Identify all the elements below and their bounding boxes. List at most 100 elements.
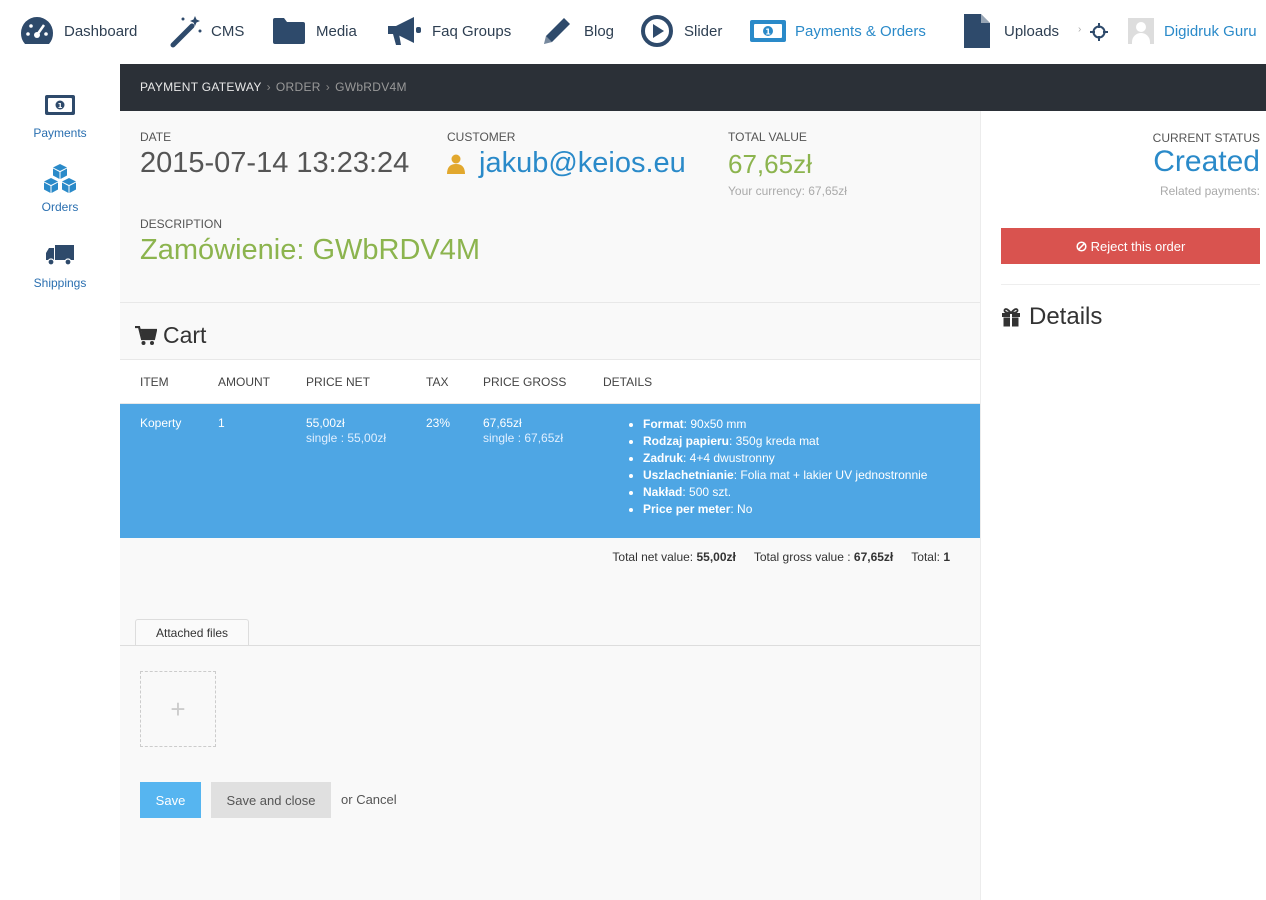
save-and-close-button[interactable]: Save and close bbox=[211, 782, 331, 818]
nav-label: Dashboard bbox=[64, 22, 138, 40]
price-gross-value: 67,65zł bbox=[483, 416, 522, 430]
details-title: Details bbox=[1001, 303, 1102, 331]
detail-key: Nakład bbox=[643, 485, 683, 499]
nav-faq-groups[interactable]: Faq Groups bbox=[386, 12, 511, 50]
reject-order-label: Reject this order bbox=[1090, 238, 1186, 254]
divider bbox=[120, 302, 980, 303]
detail-key: Uszlachetnianie bbox=[643, 468, 734, 482]
user-icon bbox=[447, 154, 465, 174]
add-file-button[interactable]: + bbox=[140, 671, 216, 747]
svg-text:1: 1 bbox=[765, 28, 771, 37]
sidebar-item-shippings[interactable]: Shippings bbox=[0, 238, 120, 290]
gift-icon bbox=[1001, 307, 1021, 327]
detail-key: Format bbox=[643, 417, 684, 431]
nav-cms[interactable]: CMS bbox=[167, 12, 244, 50]
status-panel: CURRENT STATUS Created Related payments:… bbox=[980, 111, 1266, 900]
detail-key: Rodzaj papieru bbox=[643, 434, 730, 448]
nav-uploads[interactable]: Uploads bbox=[958, 12, 1059, 50]
money-icon: 1 bbox=[0, 88, 120, 122]
file-icon bbox=[958, 12, 996, 50]
breadcrumb: PAYMENT GATEWAY › ORDER › GWbRDV4M bbox=[120, 64, 1266, 111]
nav-blog[interactable]: Blog bbox=[538, 12, 614, 50]
details-title-text: Details bbox=[1029, 303, 1103, 330]
cart-totals: Total net value: 55,00zł Total gross val… bbox=[612, 550, 950, 564]
nav-payments-orders[interactable]: 1 Payments & Orders bbox=[749, 12, 926, 50]
nav-label: Media bbox=[316, 22, 357, 40]
nav-label: Uploads bbox=[1004, 22, 1060, 40]
list-item: Rodzaj papieru: 350g kreda mat bbox=[643, 433, 927, 450]
ban-icon bbox=[1076, 240, 1087, 252]
detail-value: : Folia mat + lakier UV jednostronnie bbox=[733, 468, 928, 482]
tab-divider bbox=[120, 645, 980, 646]
total-gross: Total gross value : 67,65zł bbox=[754, 550, 893, 564]
cubes-icon bbox=[0, 162, 120, 196]
breadcrumb-middle[interactable]: ORDER bbox=[276, 80, 321, 94]
svg-text:1: 1 bbox=[58, 102, 63, 110]
user-menu[interactable]: Digidruk Guru bbox=[1128, 18, 1257, 44]
cart-title: Cart bbox=[135, 322, 206, 349]
top-navigation: Dashboard CMS Media Faq Groups Blog Slid… bbox=[0, 0, 1266, 64]
cart-title-text: Cart bbox=[163, 322, 207, 348]
cell-amount: 1 bbox=[218, 416, 225, 430]
list-item: Nakład: 500 szt. bbox=[643, 484, 927, 501]
divider bbox=[1001, 284, 1260, 285]
nav-media[interactable]: Media bbox=[270, 12, 357, 50]
sidebar: 1 Payments Orders Shippings bbox=[0, 64, 120, 900]
order-description: Zamówienie: GWbRDV4M bbox=[140, 234, 481, 266]
cart-table-header: ITEM AMOUNT PRICE NET TAX PRICE GROSS DE… bbox=[120, 359, 980, 404]
sidebar-item-label: Shippings bbox=[33, 276, 87, 290]
detail-value: : No bbox=[730, 502, 753, 516]
total-gross-value: 67,65zł bbox=[853, 550, 894, 564]
breadcrumb-current: GWbRDV4M bbox=[335, 80, 407, 94]
sidebar-item-label: Orders bbox=[41, 200, 79, 214]
money-icon: 1 bbox=[749, 12, 787, 50]
customer-email[interactable]: jakub@keios.eu bbox=[479, 147, 686, 180]
cell-price-net: 55,00zł single : 55,00zł bbox=[306, 416, 386, 446]
avatar bbox=[1128, 18, 1154, 44]
total-net-label: Total net value: bbox=[612, 550, 694, 564]
total-net-value: 55,00zł bbox=[696, 550, 736, 564]
order-panel: DATE 2015-07-14 13:23:24 CUSTOMER jakub@… bbox=[120, 111, 980, 900]
cancel-group: or Cancel bbox=[341, 792, 397, 807]
price-net-single: single : 55,00zł bbox=[306, 431, 387, 445]
nav-dashboard[interactable]: Dashboard bbox=[18, 12, 137, 50]
table-row[interactable]: Koperty 1 55,00zł single : 55,00zł 23% 6… bbox=[120, 404, 980, 538]
date-label: DATE bbox=[140, 130, 172, 144]
user-name: Digidruk Guru bbox=[1164, 22, 1257, 40]
breadcrumb-separator-icon: › bbox=[266, 80, 271, 94]
breadcrumb-separator-icon: › bbox=[325, 80, 331, 94]
column-header-amount: AMOUNT bbox=[218, 375, 270, 389]
breadcrumb-root[interactable]: PAYMENT GATEWAY bbox=[140, 80, 262, 94]
pencil-icon bbox=[538, 12, 576, 50]
column-header-price-net: PRICE NET bbox=[306, 375, 371, 389]
total-count-label: Total: bbox=[911, 550, 940, 564]
plus-icon: + bbox=[170, 693, 186, 724]
crosshair-icon[interactable] bbox=[1090, 23, 1108, 41]
tab-attached-files[interactable]: Attached files bbox=[135, 619, 250, 646]
or-text: or bbox=[341, 792, 353, 807]
customer-field: jakub@keios.eu bbox=[447, 147, 686, 180]
related-payments-label: Related payments: bbox=[1159, 184, 1260, 198]
price-net-value: 55,00zł bbox=[306, 416, 345, 430]
total-value-label: TOTAL VALUE bbox=[728, 130, 807, 144]
details-list: Format: 90x50 mm Rodzaj papieru: 350g kr… bbox=[625, 416, 927, 518]
dashboard-icon bbox=[18, 12, 56, 50]
reject-order-button[interactable]: Reject this order bbox=[1001, 228, 1260, 264]
column-header-details: DETAILS bbox=[603, 375, 653, 389]
total-value: 67,65zł bbox=[728, 149, 812, 179]
column-header-price-gross: PRICE GROSS bbox=[483, 375, 567, 389]
detail-value: : 500 szt. bbox=[682, 485, 732, 499]
nav-slider[interactable]: Slider bbox=[638, 12, 722, 50]
save-button[interactable]: Save bbox=[140, 782, 201, 818]
total-count: Total: 1 bbox=[911, 550, 950, 564]
detail-key: Price per meter bbox=[643, 502, 731, 516]
detail-value: : 350g kreda mat bbox=[729, 434, 820, 448]
list-item: Uszlachetnianie: Folia mat + lakier UV j… bbox=[643, 467, 927, 484]
detail-key: Zadruk bbox=[643, 451, 684, 465]
sidebar-item-orders[interactable]: Orders bbox=[0, 162, 120, 214]
sidebar-item-payments[interactable]: 1 Payments bbox=[0, 88, 120, 140]
nav-label: Payments & Orders bbox=[795, 22, 926, 40]
cell-item: Koperty bbox=[140, 416, 182, 430]
cancel-link[interactable]: Cancel bbox=[356, 792, 396, 807]
order-date: 2015-07-14 13:23:24 bbox=[140, 147, 410, 179]
